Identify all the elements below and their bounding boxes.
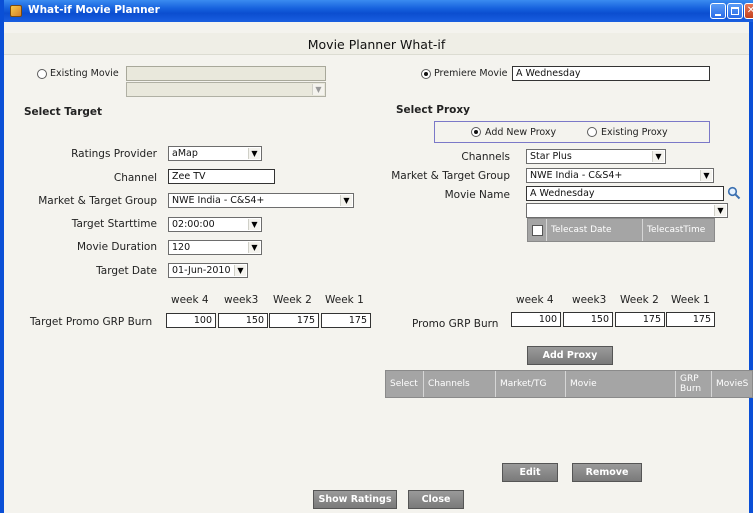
chevron-down-icon: ▼ <box>248 242 260 253</box>
ratings-provider-dropdown[interactable]: aMap ▼ <box>168 146 262 161</box>
target-grp-week4-field[interactable]: 100 <box>166 313 216 328</box>
proxy-week-header: Week 2 <box>620 294 659 306</box>
chevron-down-icon: ▼ <box>700 170 712 181</box>
movie-duration-value: 120 <box>172 242 191 253</box>
target-week-header: Week 1 <box>325 294 364 306</box>
proxy-week-header: week 4 <box>516 294 554 306</box>
target-date-value: 01-Jun-2010 <box>172 265 231 276</box>
app-icon <box>10 5 22 17</box>
maximize-icon <box>731 7 739 15</box>
ratings-provider-label: Ratings Provider <box>71 148 157 160</box>
target-market-value: NWE India - C&S4+ <box>172 195 265 206</box>
proxy-grp-week2-field[interactable]: 175 <box>615 312 665 327</box>
target-starttime-dropdown[interactable]: 02:00:00 ▼ <box>168 217 262 232</box>
existing-movie-field[interactable] <box>126 66 326 81</box>
target-grp-week1-field[interactable]: 175 <box>321 313 371 328</box>
maximize-button[interactable] <box>727 3 743 19</box>
title-bar: What-if Movie Planner ✕ <box>4 0 753 22</box>
add-new-proxy-label: Add New Proxy <box>485 127 557 138</box>
select-target-heading: Select Target <box>24 106 103 118</box>
telecast-time-column[interactable]: TelecastTime <box>642 219 714 241</box>
target-grp-label: Target Promo GRP Burn <box>30 316 153 328</box>
telecast-select-all-checkbox[interactable] <box>532 225 543 236</box>
proxy-grid-header: Select Channels Market/TG Movie GRP Burn… <box>385 370 753 398</box>
telecast-grid-header: Telecast Date TelecastTime <box>527 218 715 242</box>
proxy-market-label: Market & Target Group <box>391 170 510 182</box>
select-proxy-heading: Select Proxy <box>396 104 471 116</box>
show-ratings-button[interactable]: Show Ratings <box>313 490 397 509</box>
window-title: What-if Movie Planner <box>28 4 160 16</box>
close-button[interactable]: Close <box>408 490 464 509</box>
movie-duration-label: Movie Duration <box>76 241 157 253</box>
proxy-week-header: week3 <box>572 294 607 306</box>
chevron-down-icon: ▼ <box>248 219 260 230</box>
proxy-channels-value: Star Plus <box>530 151 572 162</box>
proxy-grp-label: Promo GRP Burn <box>412 318 499 330</box>
page-title: Movie Planner What-if <box>307 37 446 52</box>
movie-name-dropdown[interactable]: ▼ <box>526 203 728 218</box>
proxy-channels-dropdown[interactable]: Star Plus ▼ <box>526 149 666 164</box>
chevron-down-icon: ▼ <box>714 205 726 216</box>
minimize-icon <box>715 14 721 16</box>
header-band: Movie Planner What-if <box>4 33 749 55</box>
chevron-down-icon: ▼ <box>652 151 664 162</box>
target-grp-week2-field[interactable]: 175 <box>269 313 319 328</box>
close-icon: ✕ <box>746 5 753 16</box>
grid-column-market-tg[interactable]: Market/TG <box>496 371 566 397</box>
channel-label: Channel <box>113 172 157 184</box>
channel-field[interactable]: Zee TV <box>168 169 275 184</box>
proxy-channels-label: Channels <box>461 151 510 163</box>
close-window-button[interactable]: ✕ <box>744 3 753 19</box>
premiere-movie-label: Premiere Movie <box>434 68 508 79</box>
search-icon[interactable] <box>727 186 741 200</box>
movie-duration-dropdown[interactable]: 120 ▼ <box>168 240 262 255</box>
target-week-header: week 4 <box>171 294 209 306</box>
chevron-down-icon: ▼ <box>234 265 246 276</box>
edit-button[interactable]: Edit <box>502 463 558 482</box>
target-week-header: week3 <box>224 294 259 306</box>
target-starttime-label: Target Starttime <box>71 218 157 230</box>
existing-proxy-radio[interactable] <box>587 127 597 137</box>
add-new-proxy-radio[interactable] <box>471 127 481 137</box>
target-week-header: Week 2 <box>273 294 312 306</box>
proxy-mode-group: Add New Proxy Existing Proxy <box>434 121 710 143</box>
chevron-down-icon: ▼ <box>248 148 260 159</box>
movie-name-label: Movie Name <box>444 189 510 201</box>
premiere-movie-radio[interactable] <box>421 69 431 79</box>
proxy-market-value: NWE India - C&S4+ <box>530 170 623 181</box>
grid-column-movies[interactable]: MovieS <box>712 371 752 397</box>
telecast-date-column[interactable]: Telecast Date <box>546 219 642 241</box>
existing-movie-radio[interactable] <box>37 69 47 79</box>
proxy-week-header: Week 1 <box>671 294 710 306</box>
premiere-movie-field[interactable]: A Wednesday <box>512 66 710 81</box>
chevron-down-icon: ▼ <box>340 195 352 206</box>
target-date-label: Target Date <box>96 265 157 277</box>
chevron-down-icon: ▼ <box>312 84 324 95</box>
target-starttime-value: 02:00:00 <box>172 219 215 230</box>
proxy-grp-week4-field[interactable]: 100 <box>511 312 561 327</box>
target-date-picker[interactable]: 01-Jun-2010 ▼ <box>168 263 248 278</box>
proxy-market-dropdown[interactable]: NWE India - C&S4+ ▼ <box>526 168 714 183</box>
movie-name-field[interactable]: A Wednesday <box>526 186 724 201</box>
remove-button[interactable]: Remove <box>572 463 642 482</box>
proxy-grp-week3-field[interactable]: 150 <box>563 312 613 327</box>
existing-movie-label: Existing Movie <box>50 68 119 79</box>
proxy-grp-week1-field[interactable]: 175 <box>666 312 715 327</box>
target-market-label: Market & Target Group <box>38 195 157 207</box>
existing-proxy-label: Existing Proxy <box>601 127 668 138</box>
grid-column-grp-burn[interactable]: GRP Burn <box>676 371 712 397</box>
target-grp-week3-field[interactable]: 150 <box>218 313 268 328</box>
add-proxy-button[interactable]: Add Proxy <box>527 346 613 365</box>
minimize-button[interactable] <box>710 3 726 19</box>
target-market-dropdown[interactable]: NWE India - C&S4+ ▼ <box>168 193 354 208</box>
grid-column-select[interactable]: Select <box>386 371 424 397</box>
grid-column-movie[interactable]: Movie <box>566 371 676 397</box>
ratings-provider-value: aMap <box>172 148 198 159</box>
existing-movie-dropdown[interactable]: ▼ <box>126 82 326 97</box>
grid-column-channels[interactable]: Channels <box>424 371 496 397</box>
